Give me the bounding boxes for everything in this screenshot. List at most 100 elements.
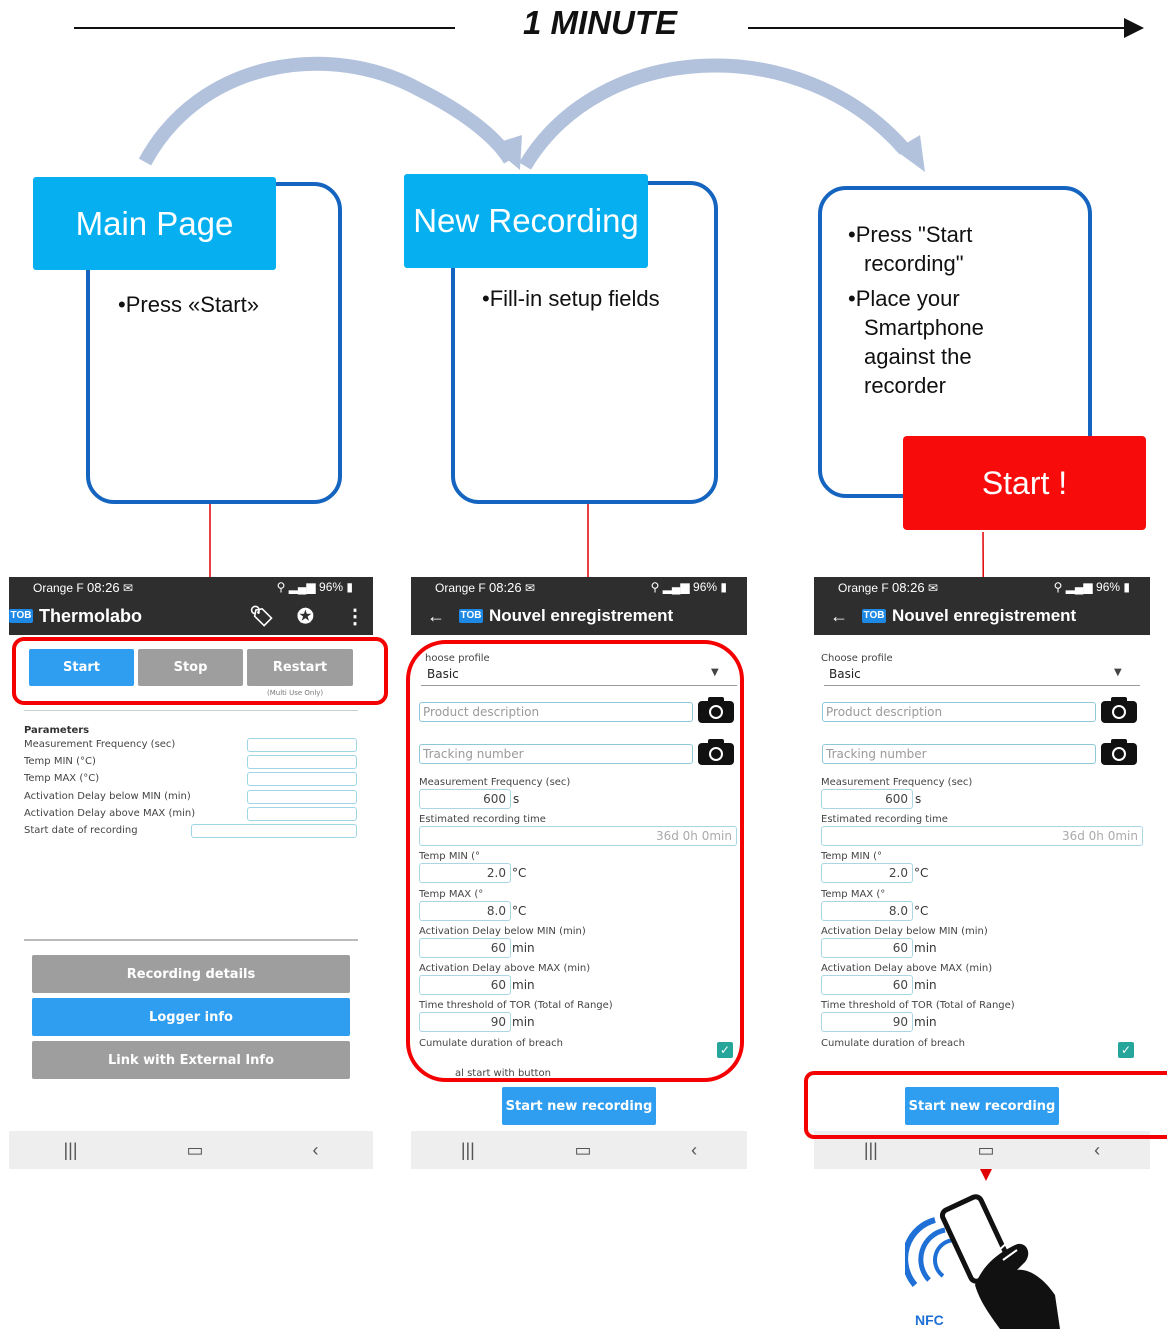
highlight-start-buttons xyxy=(12,637,388,705)
estimated-time-field: 36d 0h 0min xyxy=(821,826,1143,846)
min-unit: min xyxy=(914,941,937,955)
clock: 08:26 xyxy=(489,579,522,595)
delay-below-input[interactable]: 60 xyxy=(821,938,913,958)
app-toolbar: ← TOB Nouvel enregistrement xyxy=(814,597,1150,635)
param-label: Activation Delay below MIN (min) xyxy=(24,791,191,802)
highlight-start-new-recording xyxy=(804,1071,1167,1139)
divider xyxy=(24,710,358,711)
tor-input[interactable]: 90 xyxy=(821,1012,913,1032)
divider xyxy=(24,939,358,941)
param-field[interactable] xyxy=(247,755,357,769)
estimated-time-label: Estimated recording time xyxy=(821,814,948,825)
param-field[interactable] xyxy=(247,738,357,752)
profile-label: Choose profile xyxy=(821,653,893,664)
param-label: Measurement Frequency (sec) xyxy=(24,739,176,750)
home-icon[interactable]: ▭ xyxy=(187,1140,204,1161)
frequency-label: Measurement Frequency (sec) xyxy=(821,777,973,788)
highlight-setup-fields xyxy=(406,640,744,1082)
location-icon: ⚲ xyxy=(1053,580,1063,594)
tracking-number-input[interactable]: Tracking number xyxy=(822,744,1096,764)
start-badge: Start ! xyxy=(903,436,1146,530)
step-2-bullet: •Fill-in setup fields xyxy=(482,286,660,311)
thermolabo-logo: TOB xyxy=(862,609,886,623)
cumulate-label: Cumulate duration of breach xyxy=(821,1038,965,1049)
temp-unit: °C xyxy=(914,866,929,880)
status-bar: Orange F 08:26 ✉ ⚲ ▂▄▆ 96% ▮ xyxy=(9,577,373,597)
param-label: Activation Delay above MAX (min) xyxy=(24,808,196,819)
logger-info-button[interactable]: Logger info xyxy=(32,998,350,1036)
recent-apps-icon[interactable]: ||| xyxy=(63,1140,77,1161)
camera-icon[interactable] xyxy=(1101,697,1137,723)
carrier: Orange F xyxy=(435,580,486,595)
app-title: Thermolabo xyxy=(39,605,143,626)
arc-1 xyxy=(138,56,517,166)
message-icon: ✉ xyxy=(524,580,535,595)
thermolabo-logo: TOB xyxy=(459,609,483,623)
step-1-bullet: •Press «Start» xyxy=(118,292,259,317)
frequency-unit: s xyxy=(915,792,922,806)
min-unit: min xyxy=(914,1015,937,1029)
back-icon[interactable]: ‹ xyxy=(1094,1140,1100,1161)
param-label: Temp MAX (°C) xyxy=(24,773,100,784)
android-nav-bar: ||| ▭ ‹ xyxy=(9,1131,373,1169)
home-icon[interactable]: ▭ xyxy=(574,1140,591,1161)
clock: 08:26 xyxy=(892,579,925,595)
step-2-bullets: •Fill-in setup fields xyxy=(482,284,662,313)
app-toolbar: TOB Thermolabo 🏷 ✪ ⋮ xyxy=(9,597,373,635)
temp-max-input[interactable]: 8.0 xyxy=(821,901,913,921)
page-title: 1 MINUTE xyxy=(522,4,677,41)
min-unit: min xyxy=(914,978,937,992)
link-external-info-button[interactable]: Link with External Info xyxy=(32,1041,350,1079)
nfc-label: NFC xyxy=(915,1312,944,1328)
badge-icon[interactable]: ✪ xyxy=(297,604,314,629)
step-1-bullets: •Press «Start» xyxy=(118,290,328,319)
battery-icon: ▮ xyxy=(720,580,727,594)
app-toolbar: ← TOB Nouvel enregistrement xyxy=(411,597,747,635)
frequency-input[interactable]: 600 xyxy=(821,789,913,809)
recording-details-button[interactable]: Recording details xyxy=(32,955,350,993)
step-2-header: New Recording xyxy=(404,174,648,268)
tor-label: Time threshold of TOR (Total of Range) xyxy=(821,1000,1015,1011)
param-field[interactable] xyxy=(247,790,357,804)
product-description-input[interactable]: Product description xyxy=(822,702,1096,722)
signal-icon: ▂▄▆ xyxy=(1065,580,1093,594)
tag-icon[interactable]: 🏷 xyxy=(249,604,274,629)
signal-icon: ▂▄▆ xyxy=(288,580,316,594)
message-icon: ✉ xyxy=(927,580,938,595)
back-arrow-icon[interactable]: ← xyxy=(830,606,848,627)
android-nav-bar: ||| ▭ ‹ xyxy=(411,1131,747,1169)
delay-above-input[interactable]: 60 xyxy=(821,975,913,995)
screen-title: Nouvel enregistrement xyxy=(489,606,674,625)
battery-level: 96% xyxy=(1096,580,1121,594)
back-arrow-icon[interactable]: ← xyxy=(427,606,445,627)
chevron-down-icon[interactable]: ▼ xyxy=(1114,667,1122,678)
more-options-icon[interactable]: ⋮ xyxy=(345,604,365,629)
clock: 08:26 xyxy=(87,579,120,595)
battery-icon: ▮ xyxy=(1123,580,1130,594)
param-field[interactable] xyxy=(247,807,357,821)
battery-icon: ▮ xyxy=(346,580,353,594)
recent-apps-icon[interactable]: ||| xyxy=(461,1140,475,1161)
step-3-bullet-2: •Place your Smartphone against the recor… xyxy=(848,286,984,398)
home-icon[interactable]: ▭ xyxy=(977,1140,994,1161)
param-field[interactable] xyxy=(247,772,357,786)
cumulate-checkbox[interactable]: ✓ xyxy=(1118,1042,1134,1058)
profile-select[interactable]: Basic xyxy=(829,667,861,681)
delay-below-label: Activation Delay below MIN (min) xyxy=(821,926,988,937)
temp-unit: °C xyxy=(914,904,929,918)
camera-icon[interactable] xyxy=(1101,739,1137,765)
start-date-field[interactable] xyxy=(191,824,357,838)
back-icon[interactable]: ‹ xyxy=(691,1140,697,1161)
temp-min-input[interactable]: 2.0 xyxy=(821,863,913,883)
step-3-bullets: •Press "Start recording" •Place your Sma… xyxy=(848,220,1028,400)
status-bar: Orange F 08:26 ✉ ⚲ ▂▄▆ 96% ▮ xyxy=(411,577,747,597)
carrier: Orange F xyxy=(838,580,889,595)
arc-2 xyxy=(518,58,911,170)
recent-apps-icon[interactable]: ||| xyxy=(864,1140,878,1161)
start-new-recording-button[interactable]: Start new recording xyxy=(502,1087,656,1125)
status-bar: Orange F 08:26 ✉ ⚲ ▂▄▆ 96% ▮ xyxy=(814,577,1150,597)
temp-min-label: Temp MIN (° xyxy=(821,851,882,862)
battery-level: 96% xyxy=(319,580,344,594)
back-icon[interactable]: ‹ xyxy=(313,1140,319,1161)
nfc-hand-phone-icon: NFC xyxy=(905,1194,1060,1329)
